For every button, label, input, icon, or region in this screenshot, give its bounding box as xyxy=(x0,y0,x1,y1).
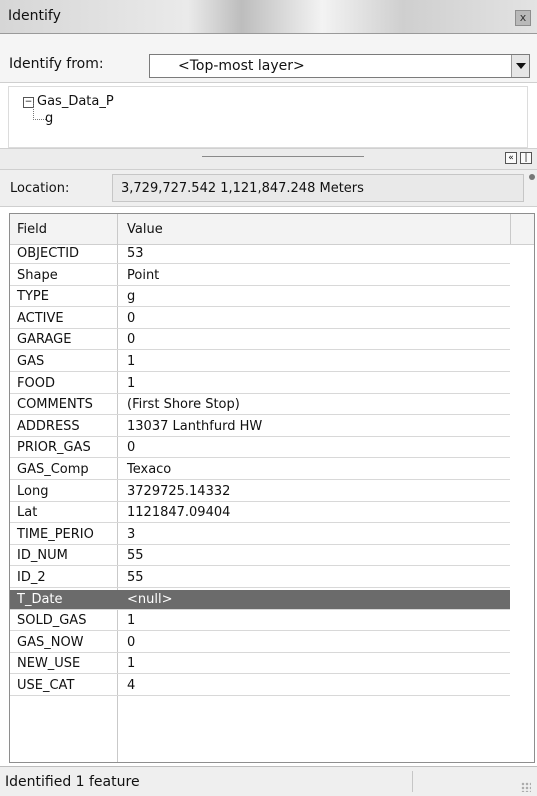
value-header[interactable]: Value xyxy=(127,222,163,237)
value-cell: 53 xyxy=(127,246,144,261)
results-tree: − Gas_Data_P g xyxy=(8,86,528,148)
field-cell: TIME_PERIO xyxy=(17,526,94,542)
value-cell: 1 xyxy=(127,656,136,672)
value-cell: 0 xyxy=(127,332,136,348)
table-row[interactable]: Long 3729725.14332 xyxy=(10,482,510,502)
status-text: Identified 1 feature xyxy=(5,774,140,790)
table-row[interactable]: Shape Point xyxy=(10,266,510,286)
identify-from-dropdown[interactable]: <Top-most layer> xyxy=(149,54,530,78)
field-cell: TYPE xyxy=(17,289,49,305)
close-button[interactable]: x xyxy=(515,10,531,26)
value-cell: 13037 Lanthfurd HW xyxy=(127,418,263,434)
value-cell: 0 xyxy=(127,634,136,650)
identify-from-panel: Identify from: <Top-most layer> xyxy=(0,34,537,83)
value-cell: 1 xyxy=(127,613,136,629)
value-cell: 55 xyxy=(127,548,144,564)
close-icon: x xyxy=(519,11,527,24)
pin-icon[interactable] xyxy=(529,174,535,180)
value-cell: 4 xyxy=(127,678,136,693)
value-cell: <null> xyxy=(127,591,173,607)
expand-all-icon[interactable]: « xyxy=(505,152,517,164)
field-cell: Shape xyxy=(17,267,58,283)
resize-grip-icon[interactable] xyxy=(521,782,531,792)
table-row[interactable]: Lat 1121847.09404 xyxy=(10,503,510,524)
table-row[interactable]: FOOD 1 xyxy=(10,374,510,394)
field-cell: GARAGE xyxy=(17,332,72,348)
location-label: Location: xyxy=(10,181,70,196)
table-row[interactable]: TIME_PERIO 3 xyxy=(10,525,510,545)
title-bar: Identify x xyxy=(0,0,537,34)
collapse-icon[interactable]: | xyxy=(520,152,532,164)
table-row[interactable]: ACTIVE 0 xyxy=(10,309,510,329)
table-row[interactable]: GAS_Comp Texaco xyxy=(10,460,510,480)
column-divider-right xyxy=(510,214,511,244)
table-row[interactable]: COMMENTS (First Shore Stop) xyxy=(10,395,510,416)
field-cell: COMMENTS xyxy=(17,397,93,413)
value-cell: g xyxy=(127,289,136,305)
field-cell: ID_2 xyxy=(17,570,46,585)
table-row[interactable]: ID_NUM 55 xyxy=(10,546,510,567)
window-title: Identify xyxy=(8,8,61,24)
field-cell: ID_NUM xyxy=(17,548,68,564)
field-cell: ACTIVE xyxy=(17,310,64,326)
location-value: 3,729,727.542 1,121,847.248 Meters xyxy=(112,174,524,202)
table-row[interactable]: GAS 1 xyxy=(10,352,510,372)
table-row[interactable]: NEW_USE 1 xyxy=(10,654,510,675)
value-cell: Point xyxy=(127,267,160,283)
attribute-table: Field Value OBJECTID 53 Shape Point TYPE g ACT… xyxy=(9,213,535,763)
field-cell: T_Date xyxy=(17,591,63,607)
identify-from-value: <Top-most layer> xyxy=(178,58,305,74)
field-cell: Long xyxy=(17,483,49,499)
table-row[interactable]: USE_CAT 4 xyxy=(10,676,510,696)
dropdown-button[interactable] xyxy=(511,55,529,77)
table-row[interactable]: PRIOR_GAS 0 xyxy=(10,438,510,459)
value-cell: 0 xyxy=(127,440,136,456)
field-cell: NEW_USE xyxy=(17,656,81,672)
table-row[interactable]: SOLD_GAS 1 xyxy=(10,611,510,632)
table-row[interactable]: T_Date <null> xyxy=(10,589,510,610)
field-cell: USE_CAT xyxy=(17,678,75,693)
value-cell: Texaco xyxy=(127,462,172,477)
value-cell: (First Shore Stop) xyxy=(127,397,240,413)
value-cell: 0 xyxy=(127,310,136,326)
field-cell: FOOD xyxy=(17,375,55,391)
field-cell: PRIOR_GAS xyxy=(17,440,91,456)
field-cell: GAS_NOW xyxy=(17,634,84,650)
value-cell: 1 xyxy=(127,354,136,369)
table-row[interactable]: GAS_NOW 0 xyxy=(10,633,510,653)
field-cell: Lat xyxy=(17,505,38,521)
table-row[interactable]: GARAGE 0 xyxy=(10,330,510,351)
value-cell: 1 xyxy=(127,375,136,391)
identify-from-label: Identify from: xyxy=(9,56,104,72)
value-cell: 1121847.09404 xyxy=(127,505,231,521)
location-row: Location: 3,729,727.542 1,121,847.248 Me… xyxy=(0,170,537,207)
tree-layer-label: Gas_Data_P xyxy=(37,94,114,109)
field-cell: OBJECTID xyxy=(17,246,80,261)
field-cell: GAS xyxy=(17,354,45,369)
field-cell: SOLD_GAS xyxy=(17,613,87,629)
field-cell: GAS_Comp xyxy=(17,462,89,477)
tree-feature-node[interactable]: g xyxy=(45,111,53,126)
table-row[interactable]: ID_2 55 xyxy=(10,568,510,588)
value-cell: 55 xyxy=(127,570,144,585)
splitter-handle[interactable] xyxy=(202,156,364,157)
field-header[interactable]: Field xyxy=(17,222,47,237)
pane-splitter[interactable]: « | xyxy=(0,148,537,170)
status-divider xyxy=(412,771,413,792)
value-cell: 3729725.14332 xyxy=(127,483,231,499)
status-bar: Identified 1 feature xyxy=(0,766,537,796)
value-cell: 3 xyxy=(127,526,136,542)
table-row[interactable]: OBJECTID 53 xyxy=(10,244,510,264)
table-row[interactable]: ADDRESS 13037 Lanthfurd HW xyxy=(10,417,510,437)
table-header: Field Value xyxy=(10,214,534,245)
table-row[interactable]: TYPE g xyxy=(10,287,510,308)
field-cell: ADDRESS xyxy=(17,418,80,434)
chevron-down-icon xyxy=(516,63,526,69)
